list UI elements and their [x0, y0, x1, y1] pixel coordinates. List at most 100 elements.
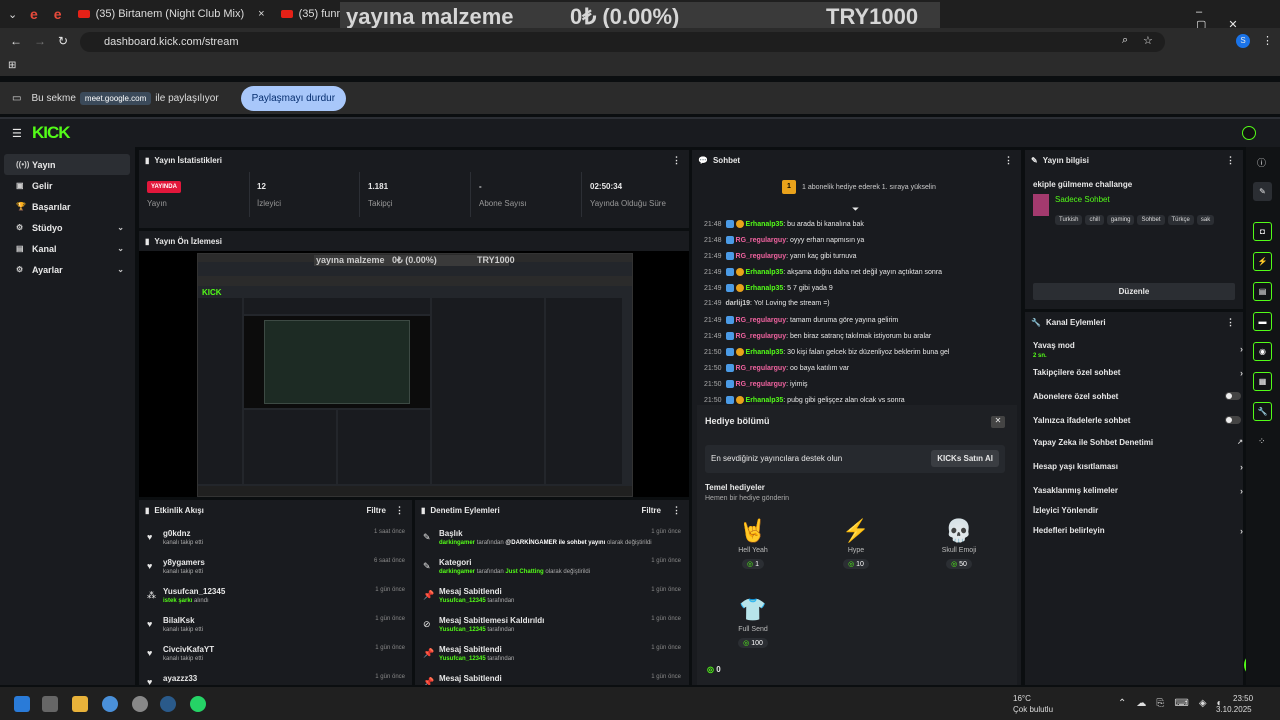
sidebar-item-kanal[interactable]: ▤ Kanal ⌄	[4, 238, 130, 259]
tab-list-button[interactable]: ⌄	[0, 3, 22, 25]
apps-grid-icon[interactable]: ⊞	[8, 60, 16, 71]
action-followers-only[interactable]: Takipçilere özel sohbet ›	[1033, 368, 1243, 378]
more-options-icon[interactable]: ⋮	[1004, 155, 1013, 166]
buy-kicks-button[interactable]: KICKs Satın Al	[931, 450, 999, 467]
more-apps-icon[interactable]: ⁘	[1258, 436, 1266, 447]
chat-message[interactable]: 21:50 Erhanalp35: 30 kişi falan gelcek bi…	[704, 348, 949, 356]
kick-logo[interactable]: KICK	[32, 123, 71, 143]
stop-sharing-button[interactable]: Paylaşmayı durdur	[240, 85, 347, 111]
profile-avatar[interactable]: S	[1236, 34, 1250, 48]
close-icon[interactable]: ✕	[991, 416, 1005, 428]
chat-username[interactable]: RG_regularguy	[736, 365, 787, 372]
sidebar-item-gelir[interactable]: ▣ Gelir	[4, 175, 130, 196]
sidebar-item-basarilar[interactable]: 🏆 Başarılar	[4, 196, 130, 217]
chat-message[interactable]: 21:49 darlij19: Yo! Loving the stream =)	[704, 300, 830, 307]
browser-menu-icon[interactable]: ⋮	[1262, 34, 1273, 47]
list-item[interactable]: ⁂ Yusufcan_12345 istek şarkı alındı 1 gün ö…	[139, 582, 412, 611]
chat-message[interactable]: 21:50 Erhanalp35: pubg gibi gelişçez alan…	[704, 396, 905, 404]
chat-message[interactable]: 21:49 RG_regularguy: ben biraz satranç ta…	[704, 332, 931, 340]
more-options-icon[interactable]: ⋮	[1226, 317, 1235, 328]
broadcast-icon[interactable]: ◉	[1253, 342, 1272, 361]
sidebar-item-ayarlar[interactable]: ⚙ Ayarlar ⌄	[4, 259, 130, 280]
action-emote-only[interactable]: Yalnızca ifadelerle sohbet	[1033, 416, 1241, 425]
windows-start-icon[interactable]	[14, 696, 30, 712]
more-options-icon[interactable]: ⋮	[672, 155, 681, 166]
list-item[interactable]: ♥ BilalKsk kanalı takip etti 1 gün önce	[139, 611, 412, 640]
chat-username[interactable]: Erhanalp35	[746, 221, 784, 228]
chat-username[interactable]: RG_regularguy	[736, 253, 787, 260]
filter-button[interactable]: Filtre	[641, 506, 661, 515]
chat-username[interactable]: Erhanalp35	[746, 397, 784, 404]
list-item[interactable]: ✎ Başlık darkingamer tarafından @DARKİNGAM…	[415, 524, 689, 553]
chat-message[interactable]: 21:49 RG_regularguy: yarın kaç gibi turnu…	[704, 252, 857, 260]
more-options-icon[interactable]: ⋮	[672, 505, 681, 516]
pinned-collapse-icon[interactable]: ⏷	[852, 204, 859, 215]
gift-hype[interactable]: ⚡ Hype ◎ 10	[826, 515, 886, 569]
chat-message[interactable]: 21:50 RG_regularguy: iyimiş	[704, 380, 808, 388]
gift-full-send[interactable]: 👕 Full Send ◎ 100	[723, 594, 783, 648]
action-banned-words[interactable]: Yasaklanmış kelimeler ›	[1033, 486, 1243, 496]
wrench-icon[interactable]: 🔧	[1253, 402, 1272, 421]
whatsapp-icon[interactable]	[190, 696, 206, 712]
list-item[interactable]: ♥ CivcivKafaYT kanalı takip etti 1 gün önce	[139, 640, 412, 669]
emote-only-toggle[interactable]	[1225, 416, 1241, 424]
chat-username[interactable]: RG_regularguy	[736, 317, 787, 324]
action-ai-moderation[interactable]: Yapay Zeka ile Sohbet Denetimi ↗	[1033, 438, 1243, 447]
tab-youtube-1[interactable]: (35) Birtanem (Night Club Mix) ×	[70, 3, 273, 25]
list-item[interactable]: ♥ y8ygamers kanalı takip etti 6 saat önce	[139, 553, 412, 582]
hamburger-menu-icon[interactable]: ☰	[12, 127, 22, 140]
list-item[interactable]: 📌 Mesaj Sabitlendi Yusufcan_12345 tarafınd…	[415, 640, 689, 669]
chat-message[interactable]: 21:49 RG_regularguy: tamam duruma göre ya…	[704, 316, 898, 324]
edge-tab-icon[interactable]: e	[22, 3, 46, 25]
document-icon[interactable]: ▤	[1253, 282, 1272, 301]
sidebar-item-yayin[interactable]: ((•)) Yayın	[4, 154, 130, 175]
reload-icon[interactable]: ↻	[58, 34, 68, 48]
chat-username[interactable]: RG_regularguy	[736, 237, 787, 244]
action-raid[interactable]: İzleyici Yönlendir	[1033, 506, 1238, 515]
obs-icon[interactable]	[132, 696, 148, 712]
list-item[interactable]: ♥ g0kdnz kanalı takip etti 1 saat önce	[139, 524, 412, 553]
back-icon[interactable]: ←	[10, 34, 22, 48]
zoom-icon[interactable]: ⌕	[1122, 34, 1128, 47]
chat-bubble-icon[interactable]: ▬	[1253, 312, 1272, 331]
chat-message[interactable]: 21:48 RG_regularguy: oyyy erhan napmısın …	[704, 236, 864, 244]
task-view-icon[interactable]	[42, 696, 58, 712]
category-name[interactable]: Sadece Sohbet	[1055, 195, 1110, 204]
chat-message[interactable]: 21:49 Erhanalp35: akşama doğru daha net d…	[704, 268, 942, 276]
info-icon[interactable]: ⓘ	[1257, 156, 1266, 169]
camera-icon[interactable]: ◘	[1253, 222, 1272, 241]
list-item[interactable]: 📌 Mesaj Sabitlendi Yusufcan_12345 tarafınd…	[415, 582, 689, 611]
tab-close-icon[interactable]: ×	[258, 8, 264, 20]
stream-video[interactable]: yayına malzeme 0₺ (0.00%) TRY1000 KICK	[139, 251, 689, 497]
address-bar[interactable]: dashboard.kick.com/stream	[80, 32, 1165, 52]
list-item[interactable]: ✎ Kategori darkingamer tarafından Just Cha…	[415, 553, 689, 582]
chat-username[interactable]: RG_regularguy	[736, 333, 787, 340]
chat-username[interactable]: Erhanalp35	[746, 285, 784, 292]
chat-username[interactable]: darlij19	[726, 300, 751, 307]
edge-tab-icon-2[interactable]: e	[46, 3, 70, 25]
bookmark-star-icon[interactable]: ☆	[1143, 34, 1153, 47]
list-item[interactable]: 📌 Mesaj Sabitlendi 1 gün önce	[415, 669, 689, 685]
store-icon[interactable]: ▦	[1253, 372, 1272, 391]
file-explorer-icon[interactable]	[72, 696, 88, 712]
chat-message[interactable]: 21:49 Erhanalp35: 5 7 gibi yada 9	[704, 284, 833, 292]
chat-username[interactable]: RG_regularguy	[736, 381, 787, 388]
gift-skull-emoji[interactable]: 💀 Skull Emoji ◎ 50	[929, 515, 989, 569]
user-avatar[interactable]	[1242, 126, 1256, 140]
action-subs-only[interactable]: Abonelere özel sohbet	[1033, 392, 1241, 401]
chrome-icon[interactable]	[102, 696, 118, 712]
list-item[interactable]: ♥ ayazzz33 1 gün önce	[139, 669, 412, 685]
action-slow-mode[interactable]: Yavaş mod 2 sn. ›	[1033, 341, 1243, 359]
chat-username[interactable]: Erhanalp35	[746, 269, 784, 276]
action-account-age[interactable]: Hesap yaşı kısıtlaması ›	[1033, 462, 1243, 472]
subs-only-toggle[interactable]	[1225, 392, 1241, 400]
steam-icon[interactable]	[160, 696, 176, 712]
more-options-icon[interactable]: ⋮	[1226, 155, 1235, 166]
lightning-icon[interactable]: ⚡	[1253, 252, 1272, 271]
pencil-icon[interactable]: ✎	[1253, 182, 1272, 201]
filter-button[interactable]: Filtre	[366, 506, 386, 515]
gift-hell-yeah[interactable]: 🤘 Hell Yeah ◎ 1	[723, 515, 783, 569]
list-item[interactable]: ⊘ Mesaj Sabitlemesi Kaldırıldı Yusufcan_12…	[415, 611, 689, 640]
chat-message[interactable]: 21:50 RG_regularguy: oo baya katılım var	[704, 364, 849, 372]
sidebar-item-studyo[interactable]: ⚙ Stüdyo ⌄	[4, 217, 130, 238]
